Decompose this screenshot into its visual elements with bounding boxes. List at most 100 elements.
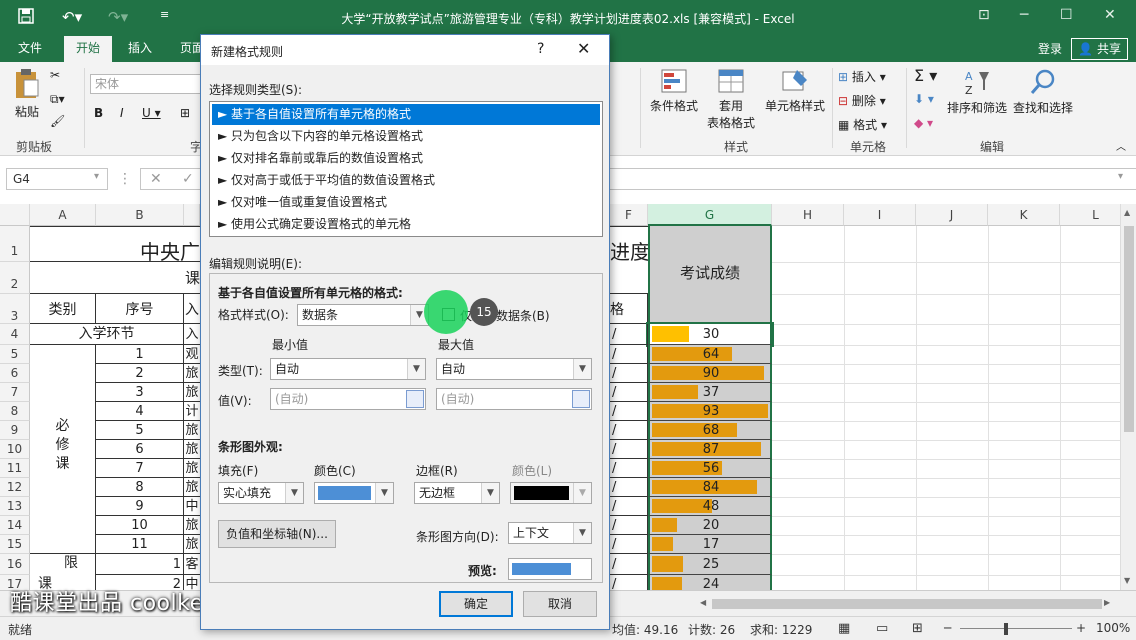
qualification-cell[interactable]: / — [610, 516, 648, 535]
row-header-4[interactable]: 4 — [0, 324, 30, 345]
qualification-cell[interactable]: / — [610, 345, 648, 364]
exam-score-cell[interactable]: 68 — [648, 421, 772, 440]
cell-style-button[interactable]: 单元格样式 — [762, 68, 828, 114]
seq-cell[interactable]: 3 — [96, 383, 184, 402]
seq-cell[interactable]: 9 — [96, 497, 184, 516]
zoom-slider-track[interactable] — [960, 628, 1072, 629]
scroll-right-icon[interactable]: ▶ — [1104, 598, 1110, 607]
format-style-select[interactable]: 数据条 ▼ — [297, 304, 429, 326]
seq-cell[interactable]: 4 — [96, 402, 184, 421]
column-header-b[interactable]: B — [96, 204, 184, 226]
zoom-in-icon[interactable]: + — [1076, 621, 1086, 635]
tab-insert[interactable]: 插入 — [116, 36, 164, 62]
qualification-cell[interactable]: / — [610, 421, 648, 440]
minimize-icon[interactable]: ─ — [1020, 7, 1028, 23]
seq-cell[interactable]: 7 — [96, 459, 184, 478]
bold-icon[interactable]: B — [94, 106, 103, 120]
ok-button[interactable]: 确定 — [439, 591, 513, 617]
qualification-cell[interactable]: / — [610, 324, 648, 345]
vertical-scroll-thumb[interactable] — [1124, 226, 1134, 432]
confirm-entry-icon[interactable]: ✓ — [182, 171, 194, 187]
rule-type-list[interactable]: ► 基于各自值设置所有单元格的格式 ► 只为包含以下内容的单元格设置格式 ► 仅… — [209, 101, 603, 237]
delete-cells-button[interactable]: ⊟ 删除 ▾ — [838, 92, 886, 109]
course-cell[interactable]: 中 — [184, 497, 200, 516]
zoom-level[interactable]: 100% — [1096, 621, 1130, 635]
seq-cell[interactable]: 10 — [96, 516, 184, 535]
row-header-3[interactable]: 3 — [0, 294, 30, 324]
copy-icon[interactable]: ⧉▾ — [50, 92, 65, 107]
font-name-box[interactable]: 宋体 — [90, 74, 202, 94]
negative-axis-button[interactable]: 负值和坐标轴(N)... — [218, 520, 336, 548]
normal-view-icon[interactable]: ▦ — [838, 621, 850, 636]
cancel-button[interactable]: 取消 — [523, 591, 597, 617]
course-cell[interactable]: 旅 — [184, 364, 200, 383]
row-header-11[interactable]: 11 — [0, 459, 30, 478]
sheet-title-right[interactable]: 进度表 — [610, 226, 670, 294]
exam-score-cell[interactable]: 84 — [648, 478, 772, 497]
course-cell[interactable]: 旅 — [184, 478, 200, 497]
sheet-title-left[interactable]: 中央广 — [30, 226, 200, 262]
row-header-8[interactable]: 8 — [0, 402, 30, 421]
qualification-cell[interactable]: / — [610, 364, 648, 383]
exam-score-cell[interactable]: 30 — [646, 322, 774, 347]
column-header-f[interactable]: F — [610, 204, 648, 226]
horizontal-scrollbar[interactable]: ◀ ▶ — [698, 596, 1118, 612]
qualification-cell[interactable]: / — [610, 440, 648, 459]
qualification-cell[interactable]: / — [610, 478, 648, 497]
help-button[interactable]: ? — [537, 41, 544, 57]
sheet-subtitle[interactable]: 课 — [30, 262, 200, 294]
zoom-out-icon[interactable]: ─ — [944, 621, 951, 635]
seq-cell[interactable]: 6 — [96, 440, 184, 459]
exam-score-cell[interactable]: 17 — [648, 535, 772, 554]
max-type-select[interactable]: 自动 ▼ — [436, 358, 592, 380]
tab-file[interactable]: 文件 — [6, 36, 54, 62]
seq-cell[interactable]: 8 — [96, 478, 184, 497]
range-picker-icon[interactable] — [406, 390, 424, 408]
rule-type-item[interactable]: ► 使用公式确定要设置格式的单元格 — [212, 214, 600, 235]
min-value-input[interactable]: (自动) — [270, 388, 426, 410]
horizontal-scroll-thumb[interactable] — [712, 599, 1102, 609]
rule-type-item[interactable]: ► 基于各自值设置所有单元格的格式 — [212, 104, 600, 125]
login-link[interactable]: 登录 — [1038, 40, 1062, 57]
ribbon-display-icon[interactable]: ⊡ — [978, 7, 990, 23]
seq-cell[interactable]: 2 — [96, 364, 184, 383]
range-picker-icon[interactable] — [572, 390, 590, 408]
row-header-1[interactable]: 1 — [0, 226, 30, 262]
fill-select[interactable]: 实心填充 ▼ — [218, 482, 304, 504]
maximize-icon[interactable]: ☐ — [1060, 7, 1073, 23]
course-cell[interactable]: 旅 — [184, 383, 200, 402]
course-cell[interactable]: 客 — [184, 554, 200, 575]
border-select[interactable]: 无边框 ▼ — [414, 482, 500, 504]
course-cell[interactable]: 旅 — [184, 516, 200, 535]
rule-type-item[interactable]: ► 仅对高于或低于平均值的数值设置格式 — [212, 170, 600, 191]
format-cells-button[interactable]: ▦ 格式 ▾ — [838, 116, 887, 133]
column-header-l[interactable]: L — [1060, 204, 1120, 226]
rule-type-item[interactable]: ► 仅对唯一值或重复值设置格式 — [212, 192, 600, 213]
page-layout-view-icon[interactable]: ▭ — [876, 621, 888, 636]
seq-cell[interactable]: 1 — [96, 554, 184, 575]
max-value-input[interactable]: (自动) — [436, 388, 592, 410]
row-header-6[interactable]: 6 — [0, 364, 30, 383]
underline-icon[interactable]: U ▾ — [142, 106, 161, 120]
course-cell[interactable]: 旅 — [184, 440, 200, 459]
row-header-5[interactable]: 5 — [0, 345, 30, 364]
exam-score-cell[interactable]: 48 — [648, 497, 772, 516]
border-color-picker[interactable]: ▼ — [510, 482, 592, 504]
row-header-9[interactable]: 9 — [0, 421, 30, 440]
sort-filter-button[interactable]: AZ 排序和筛选 — [946, 68, 1008, 116]
rule-type-item[interactable]: ► 仅对排名靠前或靠后的数值设置格式 — [212, 148, 600, 169]
rule-type-item[interactable]: ► 只为包含以下内容的单元格设置格式 — [212, 126, 600, 147]
min-type-select[interactable]: 自动 ▼ — [270, 358, 426, 380]
row-header-13[interactable]: 13 — [0, 497, 30, 516]
paste-button[interactable]: 粘贴 — [10, 68, 44, 120]
cancel-entry-icon[interactable]: ✕ — [150, 171, 162, 187]
course-cell[interactable]: 观 — [184, 345, 200, 364]
exam-score-cell[interactable]: 25 — [648, 554, 772, 575]
expand-formula-icon[interactable]: ▾ — [1118, 171, 1123, 182]
course-cell[interactable]: 旅 — [184, 421, 200, 440]
row-header-16[interactable]: 16 — [0, 554, 30, 575]
required-course-cell[interactable]: 必修课 — [30, 345, 96, 554]
course-cell[interactable]: 旅 — [184, 535, 200, 554]
qualification-cell[interactable]: / — [610, 554, 648, 575]
column-header-c[interactable] — [184, 204, 200, 226]
